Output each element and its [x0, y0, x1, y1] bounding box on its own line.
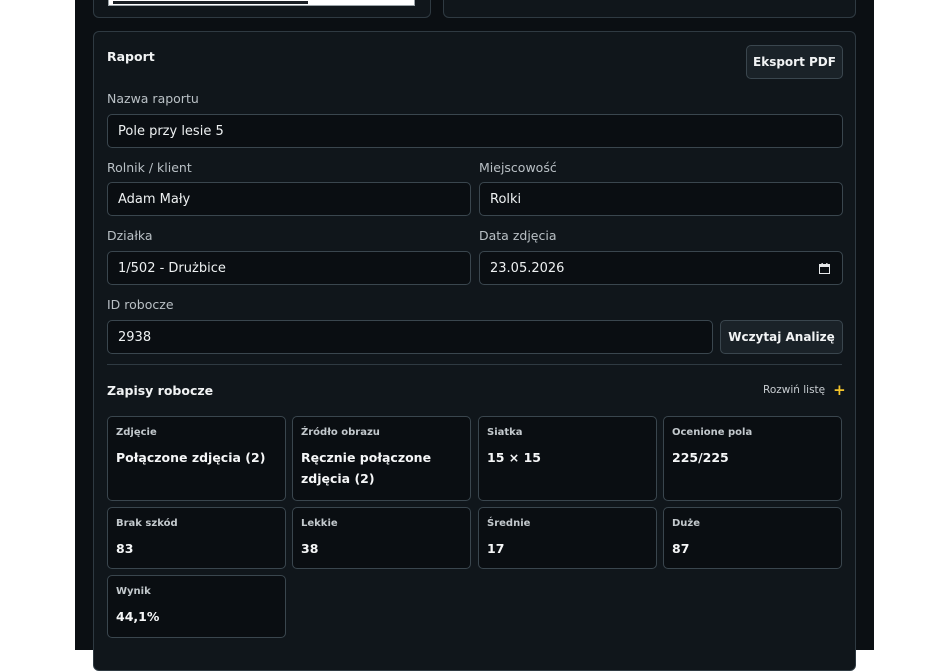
locality-input[interactable]: Rolki [479, 182, 843, 216]
photo-date-value: 23.05.2026 [490, 260, 565, 276]
expand-list-button[interactable]: Rozwiń listę + [763, 381, 846, 399]
stat-label: Lekkie [301, 518, 338, 529]
report-title: Raport [107, 49, 155, 64]
stat-label: Ocenione pola [672, 427, 753, 438]
image-preview-strip [108, 0, 415, 6]
parcel-label: Działka [107, 228, 153, 243]
stat-label: Zdjęcie [116, 427, 157, 438]
stat-card-rated-fields: Ocenione pola 225/225 [663, 416, 842, 501]
plus-icon: + [833, 381, 846, 399]
expand-list-label: Rozwiń listę [763, 384, 826, 396]
stat-value: 38 [301, 541, 319, 556]
stat-label: Źródło obrazu [301, 427, 380, 438]
draft-id-input[interactable]: 2938 [107, 320, 713, 354]
stat-card-large: Duże 87 [663, 507, 842, 569]
stat-card-image-source: Źródło obrazu Ręcznie połączone zdjęcia … [292, 416, 471, 501]
app-window: Raport Eksport PDF Nazwa raportu Pole pr… [75, 0, 874, 671]
stat-label: Średnie [487, 518, 531, 529]
stat-label: Duże [672, 518, 701, 529]
image-preview-fill [113, 1, 308, 4]
stat-label: Brak szkód [116, 518, 178, 529]
parcel-input[interactable]: 1/502 - Drużbice [107, 251, 471, 285]
report-name-input[interactable]: Pole przy lesie 5 [107, 114, 843, 148]
stat-label: Wynik [116, 586, 151, 597]
stat-value: Połączone zdjęcia (2) [116, 450, 266, 465]
stat-card-photo: Zdjęcie Połączone zdjęcia (2) [107, 416, 286, 501]
previous-card-right [443, 0, 856, 18]
stat-value: 15 × 15 [487, 450, 541, 465]
farmer-label: Rolnik / klient [107, 160, 192, 175]
farmer-input[interactable]: Adam Mały [107, 182, 471, 216]
export-pdf-button[interactable]: Eksport PDF [746, 45, 843, 79]
section-divider [107, 364, 842, 365]
report-panel: Raport Eksport PDF Nazwa raportu Pole pr… [93, 31, 856, 671]
stat-label: Siatka [487, 427, 523, 438]
stat-card-result: Wynik 44,1% [107, 575, 286, 638]
draft-id-label: ID robocze [107, 297, 174, 312]
stat-value: 83 [116, 541, 134, 556]
stat-card-no-damage: Brak szkód 83 [107, 507, 286, 569]
stat-value: 225/225 [672, 450, 729, 465]
stat-value: 87 [672, 541, 690, 556]
stat-value: 44,1% [116, 609, 160, 624]
stat-card-light: Lekkie 38 [292, 507, 471, 569]
previous-card-left [93, 0, 431, 18]
photo-date-input[interactable]: 23.05.2026 [479, 251, 843, 285]
stat-card-medium: Średnie 17 [478, 507, 657, 569]
calendar-icon[interactable] [819, 263, 830, 274]
locality-label: Miejscowość [479, 160, 557, 175]
stat-card-grid: Siatka 15 × 15 [478, 416, 657, 501]
load-analysis-button[interactable]: Wczytaj Analizę [720, 320, 843, 354]
photo-date-label: Data zdjęcia [479, 228, 557, 243]
stat-value: Ręcznie połączone zdjęcia (2) [301, 450, 432, 486]
report-name-label: Nazwa raportu [107, 91, 199, 106]
drafts-title: Zapisy robocze [107, 383, 214, 398]
stat-value: 17 [487, 541, 505, 556]
